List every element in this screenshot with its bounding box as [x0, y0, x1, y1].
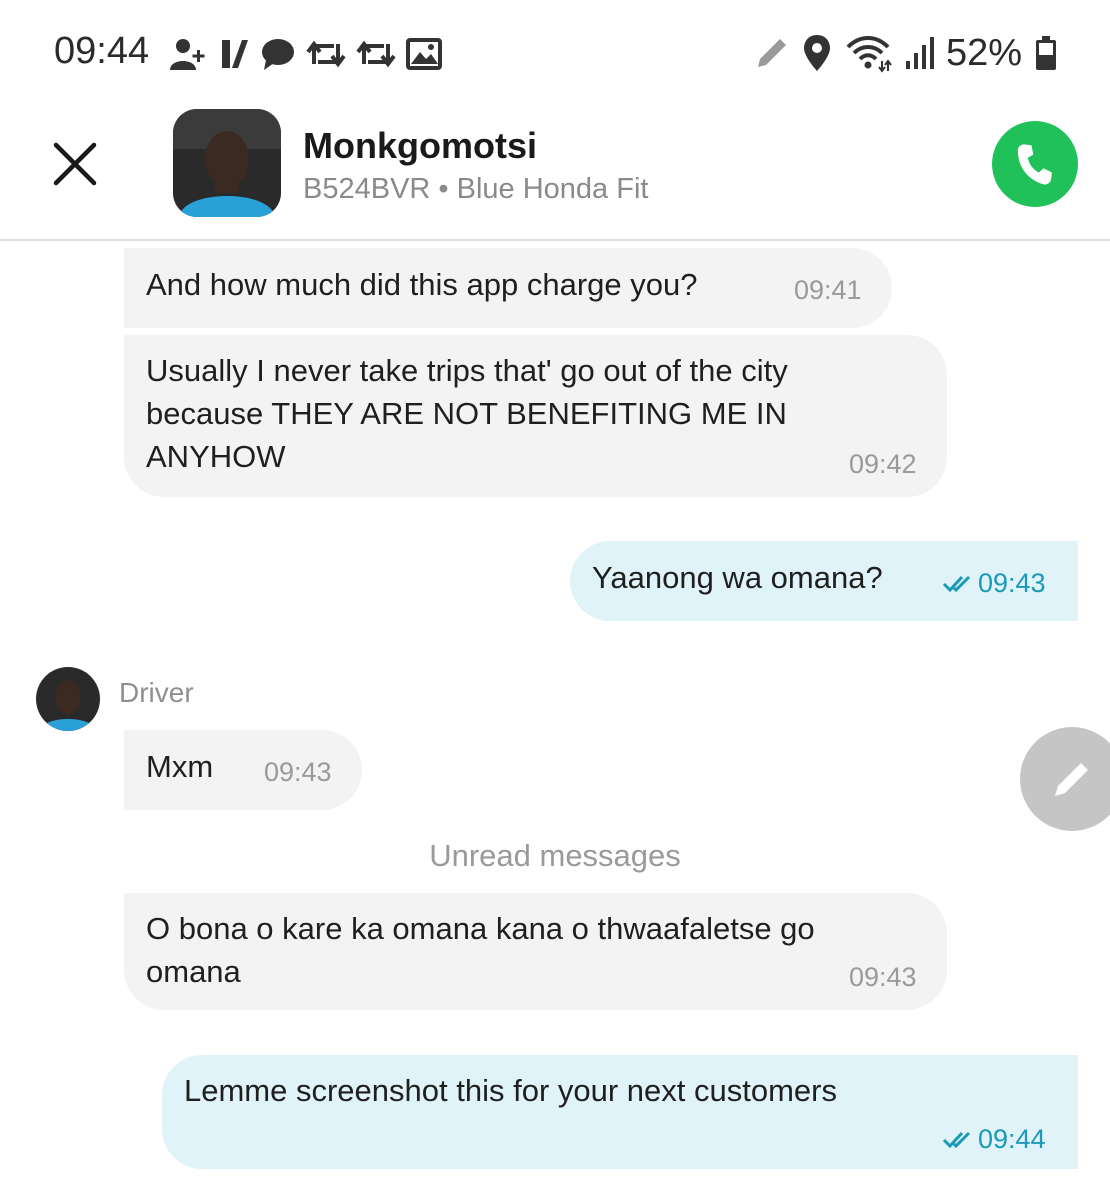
- pen-icon: [757, 39, 786, 67]
- chat-icon: [262, 39, 294, 70]
- message-text: And how much did this app charge you?: [146, 267, 698, 302]
- read-receipt-icon: [942, 1131, 971, 1148]
- read-receipt-icon: [942, 575, 971, 592]
- call-button[interactable]: [992, 121, 1078, 207]
- message-bubble-incoming[interactable]: And how much did this app charge you? 09…: [124, 248, 892, 328]
- notification-icons: [168, 34, 442, 74]
- message-bubble-incoming[interactable]: Mxm 09:43: [124, 730, 362, 810]
- message-time: 09:41: [794, 275, 862, 305]
- message-time: 09:43: [849, 962, 917, 992]
- message-text: Yaanong wa omana?: [592, 560, 883, 595]
- add-contact-icon: [170, 39, 205, 70]
- battery-percent: 52%: [945, 31, 1022, 74]
- message-bubble-outgoing[interactable]: Lemme screenshot this for your next cust…: [162, 1055, 1078, 1169]
- phone-icon: [1017, 144, 1052, 185]
- message-time-text: 09:44: [978, 1124, 1046, 1154]
- message-text: Mxm: [146, 749, 214, 784]
- message-text: O bona o kare ka omana kana o thwaafalet…: [146, 911, 815, 989]
- signal-icon: [905, 37, 934, 69]
- driver-name: Monkgomotsi: [303, 125, 537, 166]
- wifi-icon: [846, 36, 892, 73]
- message-text: Lemme screenshot this for your next cust…: [184, 1073, 837, 1108]
- message-time-text: 09:43: [978, 568, 1046, 598]
- compose-button[interactable]: [1020, 727, 1110, 831]
- message-time: 09:42: [849, 449, 917, 479]
- message-time: 09:43: [264, 757, 332, 787]
- status-bar: 09:44 52%: [0, 0, 1110, 105]
- driver-avatar[interactable]: [173, 109, 281, 217]
- close-button[interactable]: [52, 141, 98, 187]
- battery-icon: [1036, 36, 1056, 70]
- driver-avatar-small[interactable]: [36, 667, 100, 731]
- message-bubble-incoming[interactable]: O bona o kare ka omana kana o thwaafalet…: [124, 893, 947, 1010]
- unread-messages-divider: Unread messages: [429, 838, 681, 873]
- message-time: 09:43: [942, 562, 1046, 605]
- sender-label: Driver: [119, 677, 194, 708]
- close-icon: [53, 142, 97, 186]
- pencil-icon: [1055, 763, 1088, 796]
- message-text: Usually I never take trips that' go out …: [146, 353, 788, 474]
- status-time: 09:44: [54, 30, 150, 72]
- vehicle-info: B524BVR • Blue Honda Fit: [303, 173, 649, 205]
- chat-header: Monkgomotsi B524BVR • Blue Honda Fit: [0, 105, 1110, 241]
- message-time: 09:44: [942, 1118, 1046, 1161]
- retweet-icon: [356, 40, 396, 68]
- image-icon: [406, 38, 442, 70]
- retweet-icon: [306, 40, 346, 68]
- app-y-icon: [222, 40, 248, 68]
- message-bubble-outgoing[interactable]: Yaanong wa omana? 09:43: [570, 541, 1078, 621]
- message-bubble-incoming[interactable]: Usually I never take trips that' go out …: [124, 335, 947, 497]
- location-icon: [803, 35, 830, 71]
- system-icons: 52%: [752, 30, 1058, 76]
